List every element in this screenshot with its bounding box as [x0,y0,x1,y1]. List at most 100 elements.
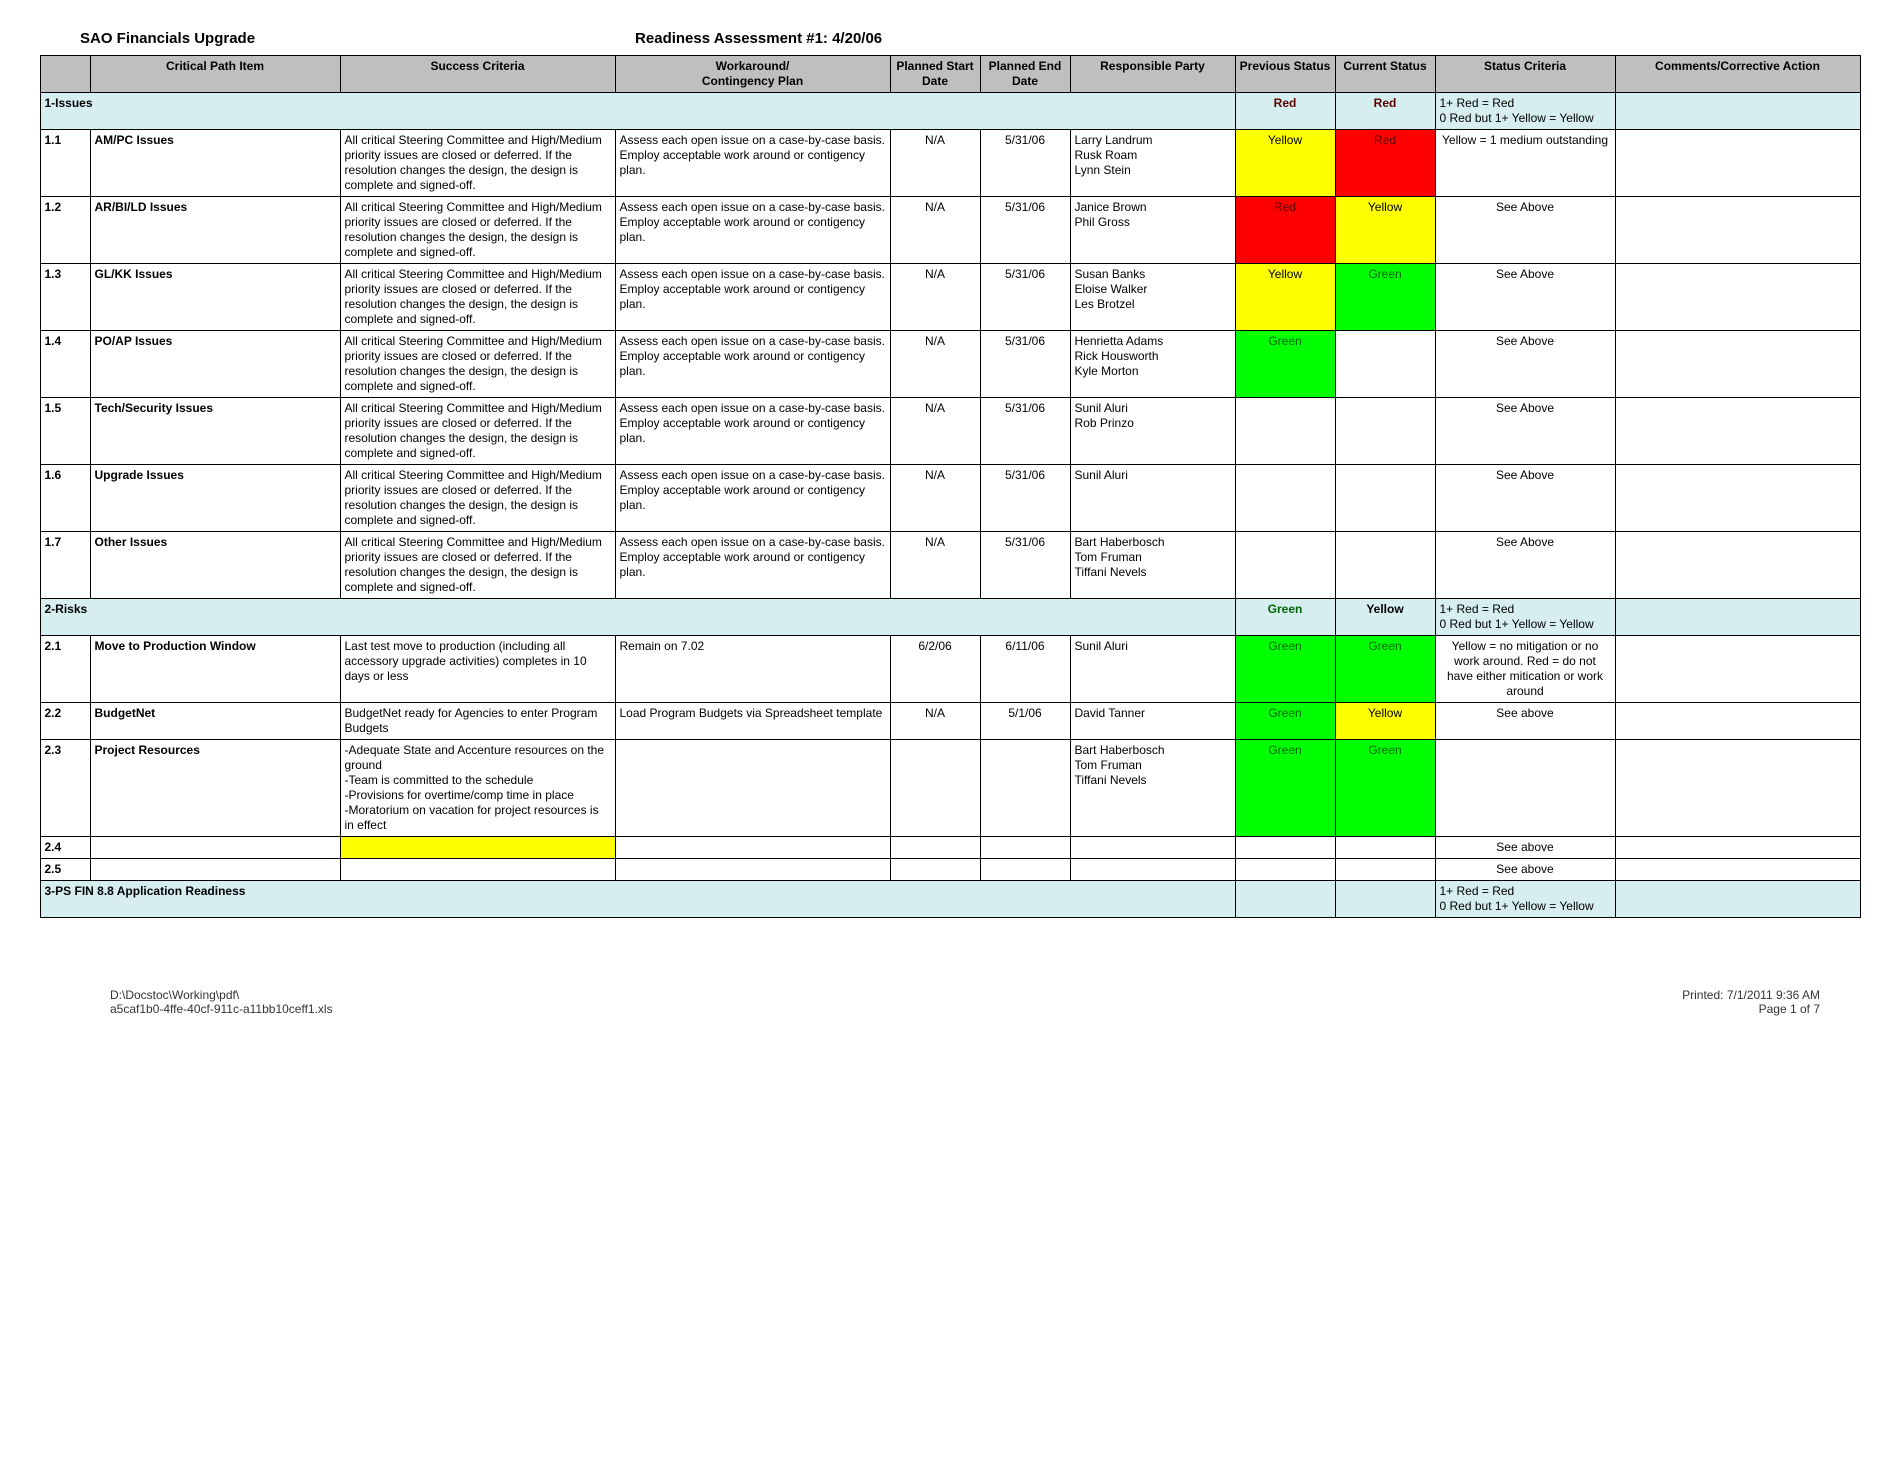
cell: Yellow = 1 medium outstanding [1435,130,1615,197]
section-title: 3-PS FIN 8.8 Application Readiness [40,881,1235,918]
cell: Remain on 7.02 [615,636,890,703]
cell [1615,130,1860,197]
cell: 1.2 [40,197,90,264]
cell [1615,859,1860,881]
cell: 1.3 [40,264,90,331]
section-criteria: 1+ Red = Red 0 Red but 1+ Yellow = Yello… [1435,599,1615,636]
cell: All critical Steering Committee and High… [340,532,615,599]
cell [890,837,980,859]
table-row: 1.3GL/KK IssuesAll critical Steering Com… [40,264,1860,331]
cell [1615,331,1860,398]
section-corrective [1615,93,1860,130]
cell: Henrietta Adams Rick Housworth Kyle Mort… [1070,331,1235,398]
section-title: 1-Issues [40,93,1235,130]
cell: Bart Haberbosch Tom Fruman Tiffani Nevel… [1070,532,1235,599]
cell [1435,740,1615,837]
cell: 2.5 [40,859,90,881]
cell: See above [1435,703,1615,740]
cell: 2.3 [40,740,90,837]
cell: Assess each open issue on a case-by-case… [615,532,890,599]
cell [90,859,340,881]
cell: 2.1 [40,636,90,703]
section-criteria: 1+ Red = Red 0 Red but 1+ Yellow = Yello… [1435,93,1615,130]
cell: Bart Haberbosch Tom Fruman Tiffani Nevel… [1070,740,1235,837]
cell: See Above [1435,331,1615,398]
cell [1070,859,1235,881]
cell: Larry Landrum Rusk Roam Lynn Stein [1070,130,1235,197]
section-corrective [1615,599,1860,636]
cell [1615,398,1860,465]
cell: Yellow [1235,130,1335,197]
col-header: Status Criteria [1435,56,1615,93]
cell: Red [1235,197,1335,264]
cell [1615,264,1860,331]
cell: 1.4 [40,331,90,398]
cell: PO/AP Issues [90,331,340,398]
cell [615,837,890,859]
cell: N/A [890,465,980,532]
cell [1335,465,1435,532]
table-row: 1.2AR/BI/LD IssuesAll critical Steering … [40,197,1860,264]
cell: Assess each open issue on a case-by-case… [615,264,890,331]
cell [1335,837,1435,859]
cell [1235,532,1335,599]
cell: Last test move to production (including … [340,636,615,703]
cell [1335,532,1435,599]
cell [980,859,1070,881]
cell: Green [1235,331,1335,398]
cell: Assess each open issue on a case-by-case… [615,130,890,197]
cell: 2.4 [40,837,90,859]
cell [1235,465,1335,532]
cell: -Adequate State and Accenture resources … [340,740,615,837]
cell [1335,859,1435,881]
cell: Green [1235,703,1335,740]
cell: N/A [890,703,980,740]
cell [340,837,615,859]
cell [1070,837,1235,859]
cell: Green [1335,740,1435,837]
table-row: 2.5See above [40,859,1860,881]
cell: Sunil Aluri Rob Prinzo [1070,398,1235,465]
cell: N/A [890,130,980,197]
section-curr-status: Yellow [1335,599,1435,636]
cell: AM/PC Issues [90,130,340,197]
table-row: 2.4See above [40,837,1860,859]
cell [1335,331,1435,398]
cell: Move to Production Window [90,636,340,703]
cell [340,859,615,881]
cell [1235,859,1335,881]
table-row: 1.1AM/PC IssuesAll critical Steering Com… [40,130,1860,197]
cell: 1.7 [40,532,90,599]
footer-print-info: Printed: 7/1/2011 9:36 AM Page 1 of 7 [1682,988,1820,1016]
cell: GL/KK Issues [90,264,340,331]
cell [1615,636,1860,703]
cell: AR/BI/LD Issues [90,197,340,264]
section-criteria: 1+ Red = Red 0 Red but 1+ Yellow = Yello… [1435,881,1615,918]
section-curr-status [1335,881,1435,918]
cell: 2.2 [40,703,90,740]
cell: 5/31/06 [980,264,1070,331]
cell: N/A [890,331,980,398]
cell [890,740,980,837]
cell: David Tanner [1070,703,1235,740]
cell: All critical Steering Committee and High… [340,130,615,197]
col-header [40,56,90,93]
table-header-row: Critical Path ItemSuccess CriteriaWorkar… [40,56,1860,93]
col-header: Planned Start Date [890,56,980,93]
cell: Assess each open issue on a case-by-case… [615,465,890,532]
cell: Upgrade Issues [90,465,340,532]
cell: Yellow [1235,264,1335,331]
cell: Green [1335,636,1435,703]
cell: Other Issues [90,532,340,599]
cell: 1.5 [40,398,90,465]
cell: Assess each open issue on a case-by-case… [615,398,890,465]
page-footer: D:\Docstoc\Working\pdf\ a5caf1b0-4ffe-40… [110,988,1820,1016]
cell [890,859,980,881]
cell [1615,532,1860,599]
cell: All critical Steering Committee and High… [340,398,615,465]
cell [1615,837,1860,859]
col-header: Critical Path Item [90,56,340,93]
cell [1335,398,1435,465]
cell: See Above [1435,197,1615,264]
table-row: 1.4PO/AP IssuesAll critical Steering Com… [40,331,1860,398]
